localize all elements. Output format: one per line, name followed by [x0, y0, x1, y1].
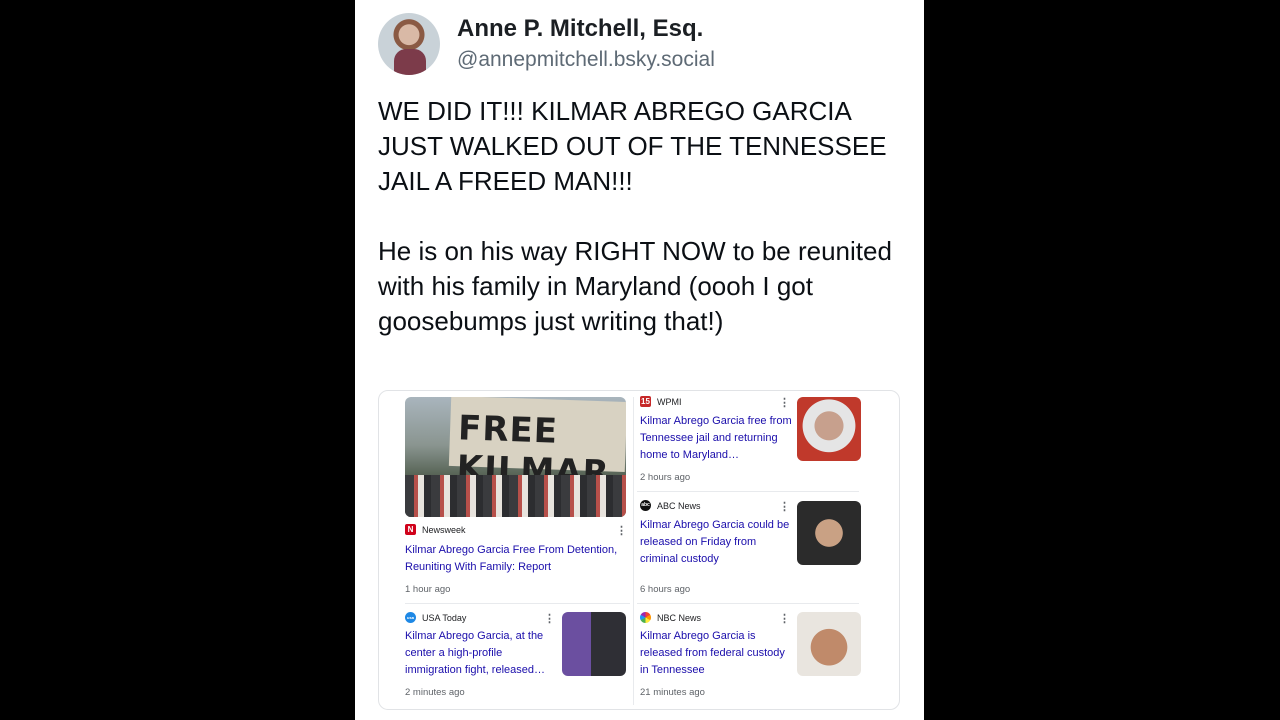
news-hero-image[interactable]: FREE KILMAR — [405, 397, 626, 517]
source-label: Newsweek — [422, 524, 466, 535]
usa-today-icon: usa — [405, 612, 416, 623]
more-options-icon[interactable]: ⋮ — [779, 396, 790, 409]
source-label: USA Today — [422, 612, 467, 623]
protest-sign: FREE KILMAR — [448, 397, 626, 494]
news-headline[interactable]: Kilmar Abrego Garcia is released from fe… — [640, 628, 792, 679]
news-headline[interactable]: Kilmar Abrego Garcia could be released o… — [640, 517, 792, 568]
more-options-icon[interactable]: ⋮ — [544, 612, 555, 625]
column-divider — [633, 397, 634, 705]
news-source: N Newsweek — [405, 524, 466, 535]
row-divider — [637, 603, 859, 604]
news-thumbnail[interactable] — [797, 501, 861, 565]
nbc-news-icon: nbc — [640, 612, 651, 623]
news-thumbnail[interactable] — [562, 612, 626, 676]
crowd-image — [405, 475, 626, 517]
source-label: ABC News — [657, 500, 701, 511]
row-divider — [637, 491, 859, 492]
news-screenshot: FREE KILMAR N Newsweek ⋮ Kilmar Abrego G… — [378, 390, 900, 710]
post-text: WE DID IT!!! KILMAR ABREGO GARCIA JUST W… — [378, 96, 892, 336]
news-time: 6 hours ago — [640, 584, 691, 595]
row-divider — [405, 603, 630, 604]
author-name[interactable]: Anne P. Mitchell, Esq. — [457, 15, 703, 43]
news-time: 2 minutes ago — [405, 687, 465, 698]
wpmi-icon: 15 — [640, 396, 651, 407]
post-card: Anne P. Mitchell, Esq. @annepmitchell.bs… — [355, 0, 924, 720]
source-label: NBC News — [657, 612, 702, 623]
author-handle[interactable]: @annepmitchell.bsky.social — [457, 48, 715, 72]
news-headline[interactable]: Kilmar Abrego Garcia Free From Detention… — [405, 542, 627, 576]
avatar[interactable] — [378, 13, 440, 75]
source-label: WPMI — [657, 396, 682, 407]
news-headline[interactable]: Kilmar Abrego Garcia, at the center a hi… — [405, 628, 557, 679]
news-source: usa USA Today — [405, 612, 466, 623]
news-thumbnail[interactable] — [797, 397, 861, 461]
news-headline[interactable]: Kilmar Abrego Garcia free from Tennessee… — [640, 413, 792, 464]
news-time: 1 hour ago — [405, 584, 451, 595]
more-options-icon[interactable]: ⋮ — [779, 500, 790, 513]
news-source: nbc NBC News — [640, 612, 701, 623]
abc-news-icon: abc — [640, 500, 651, 511]
news-source: abc ABC News — [640, 500, 701, 511]
more-options-icon[interactable]: ⋮ — [779, 612, 790, 625]
news-thumbnail[interactable] — [797, 612, 861, 676]
news-time: 2 hours ago — [640, 472, 691, 483]
newsweek-icon: N — [405, 524, 416, 535]
news-source: 15 WPMI — [640, 396, 682, 407]
news-time: 21 minutes ago — [640, 687, 705, 698]
more-options-icon[interactable]: ⋮ — [616, 524, 627, 537]
